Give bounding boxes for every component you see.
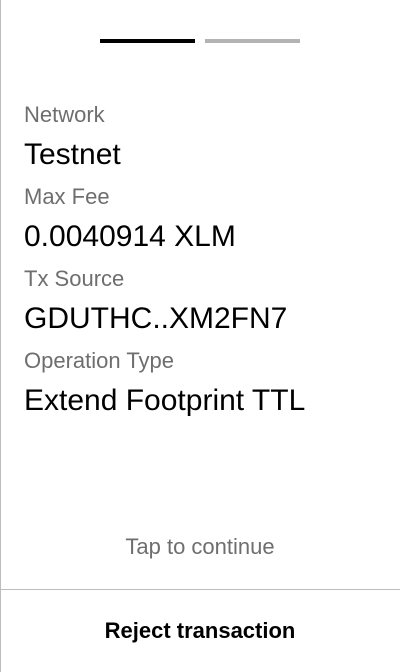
operation-type-field: Operation Type Extend Footprint TTL [24, 346, 384, 428]
network-field: Network Testnet [24, 100, 384, 182]
tx-source-value: GDUTHC..XM2FN7 [24, 302, 288, 335]
operation-type-value: Extend Footprint TTL [24, 384, 306, 417]
network-label: Network [24, 102, 105, 127]
network-value: Testnet [24, 138, 121, 171]
max-fee-label: Max Fee [24, 184, 110, 209]
page-indicator-active-segment [100, 39, 195, 43]
operation-type-label: Operation Type [24, 348, 175, 373]
max-fee-field: Max Fee 0.0040914 XLM [24, 182, 384, 264]
page-indicator [100, 39, 300, 43]
tap-to-continue-hint[interactable]: Tap to continue [0, 530, 400, 564]
reject-transaction-button[interactable]: Reject transaction [0, 590, 400, 672]
tx-source-label: Tx Source [24, 266, 125, 291]
screen-edge-border [0, 0, 1, 672]
tx-source-field: Tx Source GDUTHC..XM2FN7 [24, 264, 384, 346]
transaction-details: Network Testnet Max Fee 0.0040914 XLM Tx… [24, 100, 384, 428]
page-indicator-inactive-segment [205, 39, 300, 43]
max-fee-value: 0.0040914 XLM [24, 220, 236, 253]
